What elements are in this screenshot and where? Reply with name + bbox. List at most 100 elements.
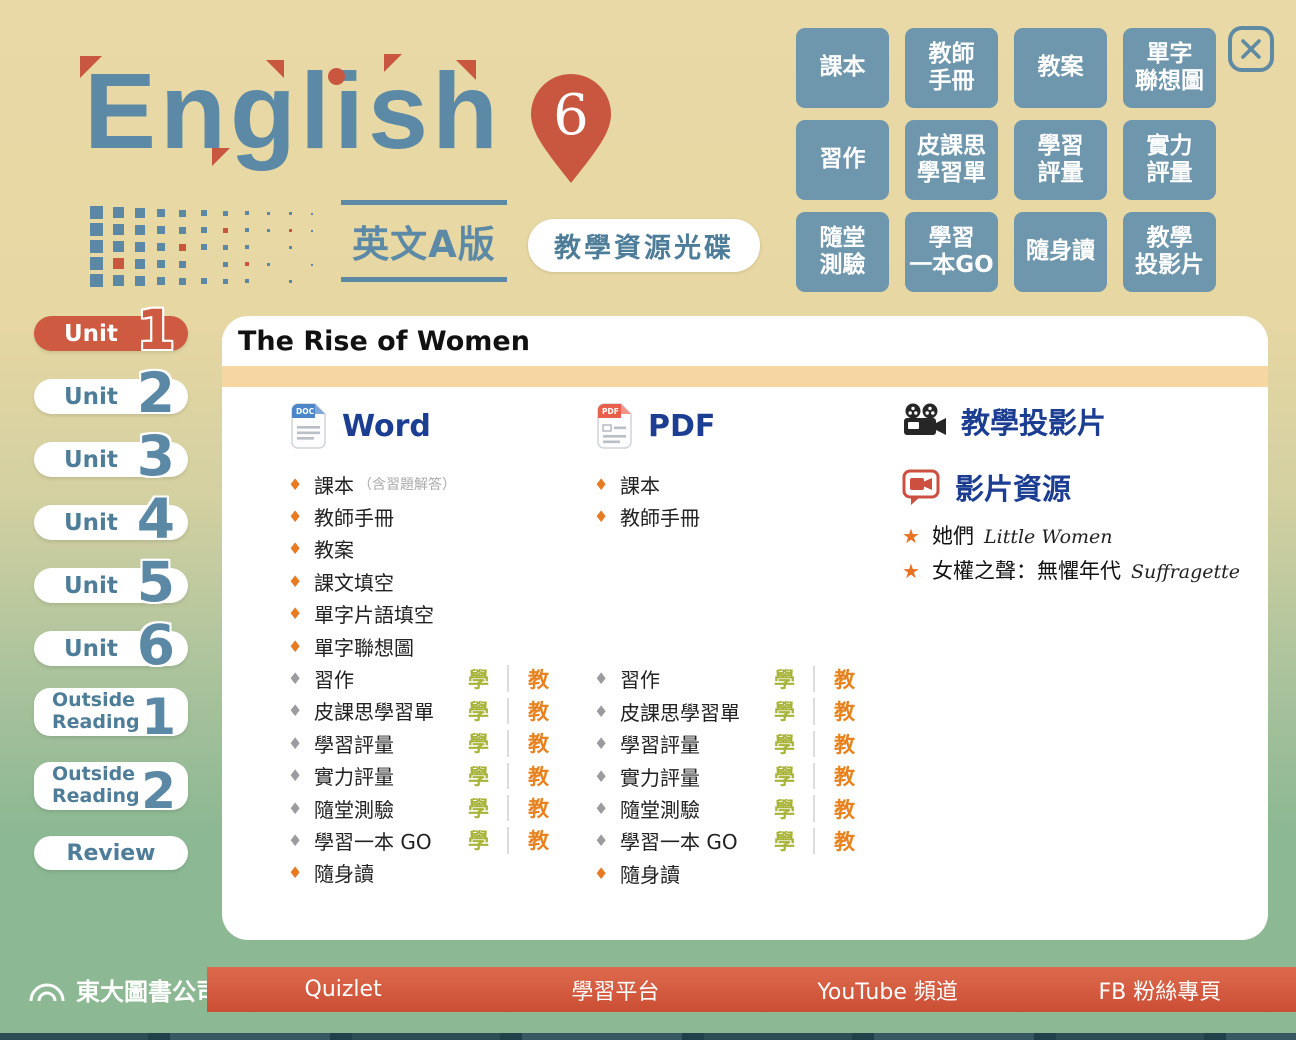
video-little-women[interactable]: ★ 她們 Little Women — [902, 520, 1240, 555]
student-version-link[interactable]: 學 — [774, 761, 795, 791]
student-version-link[interactable]: 學 — [774, 826, 795, 856]
student-version-link[interactable]: 學 — [774, 664, 795, 694]
word-item-teacher-manual[interactable]: ♦ 教師手冊 — [288, 500, 588, 532]
unit-content-panel: The Rise of Women DOC Word ♦ 課本 （含習題解答） — [222, 316, 1268, 940]
footer-link-quizlet[interactable]: Quizlet — [207, 967, 479, 1012]
sidebar-unit-5[interactable]: Unit 5 — [34, 568, 188, 603]
sidebar-outside-reading-1[interactable]: Outside Reading 1 — [34, 688, 188, 736]
menu-teacher-manual[interactable]: 教師 手冊 — [905, 28, 998, 108]
teacher-version-link[interactable]: 教 — [528, 761, 549, 791]
link-divider — [507, 730, 509, 756]
teacher-version-link[interactable]: 教 — [528, 728, 549, 758]
sidebar-unit-6[interactable]: Unit 6 — [34, 631, 188, 666]
menu-lesson-plan[interactable]: 教案 — [1014, 28, 1107, 108]
word-item-word-map[interactable]: ♦ 單字聯想圖 — [288, 630, 588, 662]
video-bubble-icon — [902, 469, 942, 506]
diamond-bullet-icon: ♦ — [288, 734, 314, 753]
menu-label: 課本 — [820, 54, 866, 81]
sidebar-unit-2[interactable]: Unit 2 — [34, 379, 188, 414]
word-item-pocket-reader[interactable]: ♦ 隨身讀 — [288, 857, 588, 889]
menu-learning-assessment[interactable]: 學習 評量 — [1014, 120, 1107, 200]
pdf-item-pirls-worksheet: ♦ 皮課思學習單 學 教 — [594, 695, 894, 727]
teacher-version-link[interactable]: 教 — [834, 794, 855, 824]
menu-teaching-slides[interactable]: 教學 投影片 — [1123, 212, 1216, 292]
sidebar-unit-3[interactable]: Unit 3 — [34, 442, 188, 477]
item-label: 實力評量 — [314, 761, 394, 790]
sidebar-outside-reading-2[interactable]: Outside Reading 2 — [34, 762, 188, 810]
teacher-version-link[interactable]: 教 — [834, 664, 855, 694]
disc-title: 教學資源光碟 — [528, 219, 760, 272]
link-divider — [507, 763, 509, 789]
unit-number: 2 — [137, 370, 175, 417]
link-divider — [507, 698, 509, 724]
diamond-bullet-icon: ♦ — [288, 572, 314, 591]
item-label: 單字片語填空 — [314, 599, 434, 628]
word-item-vocab-cloze[interactable]: ♦ 單字片語填空 — [288, 598, 588, 630]
footer-link-facebook[interactable]: FB 粉絲專頁 — [1024, 967, 1296, 1012]
teacher-version-link[interactable]: 教 — [834, 696, 855, 726]
footer-link-youtube[interactable]: YouTube 頻道 — [752, 967, 1024, 1012]
teacher-version-link[interactable]: 教 — [834, 729, 855, 759]
menu-label: 皮課思 學習單 — [917, 133, 986, 187]
arch-logo-icon — [28, 977, 66, 1003]
diamond-bullet-icon: ♦ — [594, 702, 620, 721]
menu-workbook[interactable]: 習作 — [796, 120, 889, 200]
student-version-link[interactable]: 學 — [774, 696, 795, 726]
sidebar-unit-4[interactable]: Unit 4 — [34, 505, 188, 540]
video-suffragette[interactable]: ★ 女權之聲：無懼年代 Suffragette — [902, 555, 1240, 590]
diamond-bullet-icon: ♦ — [594, 475, 620, 494]
diamond-bullet-icon: ♦ — [288, 701, 314, 720]
bottom-decoration-strip — [0, 1033, 1296, 1040]
diamond-bullet-icon: ♦ — [288, 863, 314, 882]
word-item-proficiency-assessment: ♦ 實力評量 學 教 — [288, 760, 588, 792]
student-version-link[interactable]: 學 — [774, 729, 795, 759]
menu-pocket-reader[interactable]: 隨身讀 — [1014, 212, 1107, 292]
close-button[interactable] — [1228, 26, 1274, 72]
teaching-slides-link[interactable]: 教學投影片 — [902, 400, 1106, 442]
pdf-item-textbook[interactable]: ♦ 課本 — [594, 468, 894, 500]
sidebar-review[interactable]: Review — [34, 836, 188, 870]
student-version-link[interactable]: 學 — [468, 696, 489, 726]
item-label: 課本 — [620, 470, 660, 499]
sidebar-unit-1[interactable]: Unit 1 — [34, 316, 188, 351]
menu-learning-go[interactable]: 學習 一本GO — [905, 212, 998, 292]
word-item-cloze[interactable]: ♦ 課文填空 — [288, 565, 588, 597]
video-subtitle: Suffragette — [1131, 561, 1240, 583]
item-label: 皮課思學習單 — [314, 696, 434, 725]
teacher-version-link[interactable]: 教 — [528, 825, 549, 855]
student-version-link[interactable]: 學 — [468, 664, 489, 694]
word-item-lesson-plan[interactable]: ♦ 教案 — [288, 533, 588, 565]
menu-quiz[interactable]: 隨堂 測驗 — [796, 212, 889, 292]
student-version-link[interactable]: 學 — [774, 794, 795, 824]
menu-textbook[interactable]: 課本 — [796, 28, 889, 108]
title-underline-band — [222, 366, 1268, 387]
item-label: 單字聯想圖 — [314, 632, 414, 661]
menu-proficiency-assessment[interactable]: 實力 評量 — [1123, 120, 1216, 200]
pdf-item-teacher-manual[interactable]: ♦ 教師手冊 — [594, 500, 894, 532]
diamond-bullet-icon: ♦ — [288, 475, 314, 494]
unit-number: 6 — [137, 622, 175, 669]
link-divider — [813, 698, 815, 724]
teacher-version-link[interactable]: 教 — [528, 696, 549, 726]
student-version-link[interactable]: 學 — [468, 728, 489, 758]
teacher-version-link[interactable]: 教 — [834, 826, 855, 856]
diamond-bullet-icon: ♦ — [288, 637, 314, 656]
item-label: 學習一本 GO — [620, 826, 738, 855]
word-item-pirls-worksheet: ♦ 皮課思學習單 學 教 — [288, 695, 588, 727]
word-heading: Word — [342, 409, 431, 444]
video-list: ★ 她們 Little Women ★ 女權之聲：無懼年代 Suffragett… — [902, 520, 1240, 590]
diamond-bullet-icon: ♦ — [288, 766, 314, 785]
footer-link-learning-platform[interactable]: 學習平台 — [479, 967, 751, 1012]
link-divider — [507, 795, 509, 821]
student-version-link[interactable]: 學 — [468, 793, 489, 823]
menu-pirls-worksheet[interactable]: 皮課思 學習單 — [905, 120, 998, 200]
student-version-link[interactable]: 學 — [468, 761, 489, 791]
teacher-version-link[interactable]: 教 — [528, 664, 549, 694]
pdf-item-pocket-reader[interactable]: ♦ 隨身讀 — [594, 857, 894, 889]
student-version-link[interactable]: 學 — [468, 825, 489, 855]
menu-word-map[interactable]: 單字 聯想圖 — [1123, 28, 1216, 108]
teacher-version-link[interactable]: 教 — [528, 793, 549, 823]
pdf-file-icon: PDF — [594, 401, 634, 451]
teacher-version-link[interactable]: 教 — [834, 761, 855, 791]
word-item-textbook[interactable]: ♦ 課本 （含習題解答） — [288, 468, 588, 500]
